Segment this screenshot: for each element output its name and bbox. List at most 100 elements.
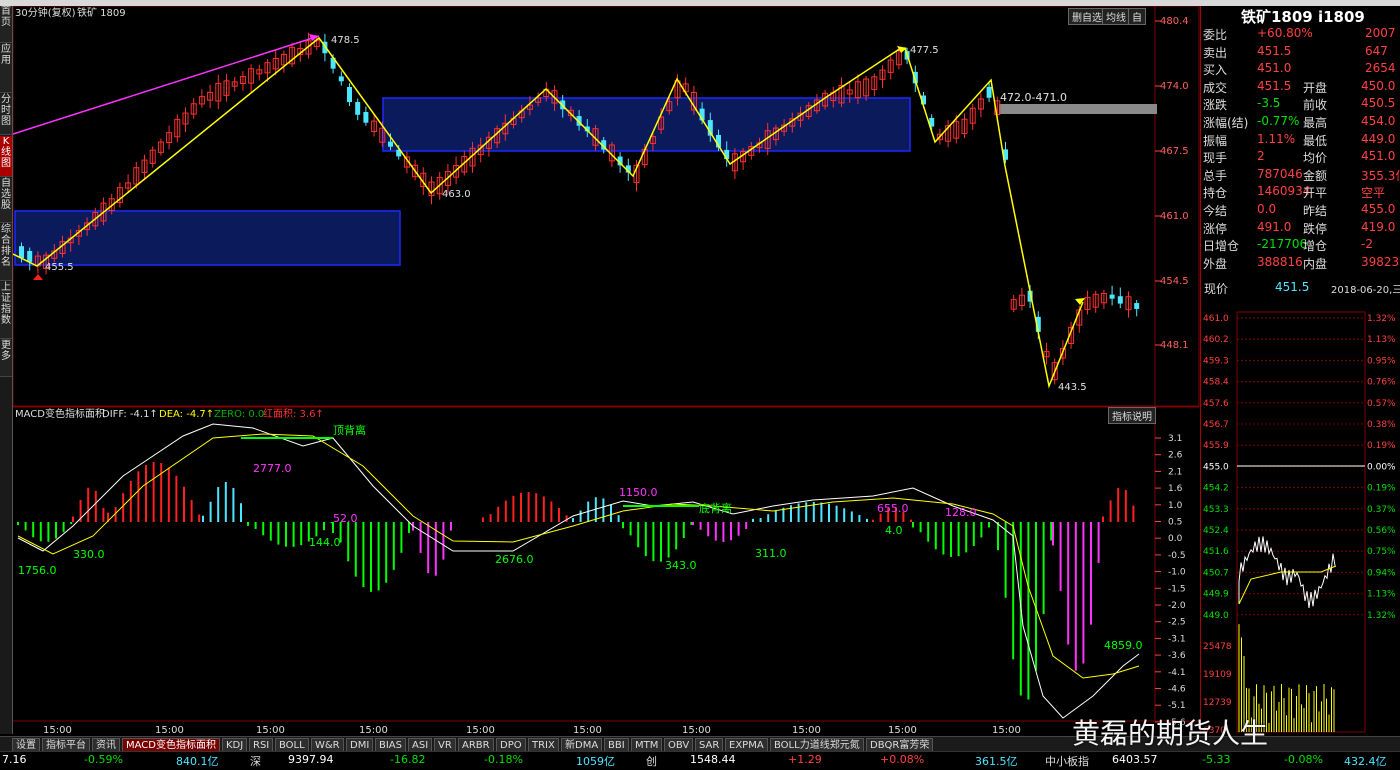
macd-tick: -0.5 [1168,551,1186,561]
area-label: 52.0 [333,512,358,525]
macd-diff: DIFF: -4.1↑ [102,409,158,420]
macd-tick: 1.0 [1168,501,1183,511]
quote-cell: +60.80% [1257,26,1313,40]
status-item: -16.82 [390,753,426,766]
area-label: 2676.0 [495,553,534,566]
status-item: 361.5亿 [975,755,1018,768]
price-tick: 461.0 [1160,211,1189,222]
quote-cell: 金额 [1303,168,1328,183]
macd-axis: 3.1 2.6 2.1 1.6 1.0 0.5 0.0 -0.5 -1.0 -1.5 -2.0 -2.… [1155,434,1186,728]
peak-label: 478.5 [331,35,360,46]
nav-watchlist[interactable]: 自选股 [0,178,12,223]
indicator-help-button[interactable]: 指标说明 [1108,407,1156,424]
quote-cell: 787046 [1257,166,1303,181]
quote-cell: 388816 [1257,254,1303,269]
diff-line [17,423,1140,719]
macd-tick: 1.6 [1168,484,1183,494]
dea-line [17,433,1140,679]
nav-ranking[interactable]: 综合排名 [0,224,12,281]
intraday-price-tick: 453.3 [1203,505,1229,515]
quote-cell: 开平 [1303,186,1328,201]
macd-red-area: 红面积: 3.6↑ [263,407,324,420]
intraday-pct-tick: 1.32% [1367,314,1396,324]
macd-tick: -2.0 [1168,601,1186,611]
quote-cell: -2 [1361,237,1373,252]
intraday-frame [1236,311,1366,733]
candle-body [363,111,369,123]
quote-cell: 现手 [1203,151,1228,166]
quote-cell: 开盘 [1303,80,1328,95]
area-label: 655.0 [877,502,909,515]
moving-average-button[interactable]: 均线 [1102,8,1130,25]
quote-row: 涨跌 -3.5 前收 450.5 [1201,96,1400,113]
status-item: -0.18% [484,753,523,766]
nav-timeshare[interactable]: 分时图 [0,94,12,135]
quote-row: 涨停 491.0 跌停 419.0 [1201,220,1400,237]
quote-cell: 0.0 [1257,202,1277,216]
intraday-price-tick: 449.9 [1203,590,1229,600]
time-tick: 15:00 [888,725,917,735]
price-tick: 467.5 [1160,146,1189,157]
macd-tick: -4.6 [1168,685,1186,695]
quote-cell: 均价 [1303,151,1328,166]
macd-tick: -5.1 [1168,701,1186,711]
nav-more[interactable]: 更多 [0,340,12,377]
status-item: 中小板指 [1045,755,1089,768]
candles [19,32,1140,385]
macd-tick: 3.1 [1168,434,1182,444]
nav-home[interactable]: 首页 [0,6,12,43]
nav-shanghai-index[interactable]: 上证指数 [0,282,12,339]
status-item: 432.4亿 [1344,755,1387,768]
intraday-pct-tick: 1.32% [1367,611,1396,621]
quote-cell: 振幅 [1203,133,1228,148]
intraday-price-tick: 450.7 [1203,568,1229,578]
intraday-volume-tick: 12739 [1203,698,1232,708]
intraday-price-tick: 458.4 [1203,378,1229,388]
time-tick: 15:00 [256,725,285,735]
candle-body [355,102,361,115]
candle-body [388,141,393,147]
quote-row: 振幅 1.11% 最低 449.0 [1201,132,1400,149]
intraday-price-tick: 452.4 [1203,526,1229,536]
intraday-price-tick: 455.0 [1203,462,1229,472]
area-label: 1150.0 [619,486,658,499]
intraday-pct-tick: 0.95% [1367,356,1396,366]
price-tick: 480.4 [1160,16,1189,27]
status-item: 1059亿 [576,755,615,768]
intraday-price-tick: 456.7 [1203,420,1229,430]
area-label: 343.0 [665,559,697,572]
range-label: 472.0-471.0 [1000,91,1067,104]
nav-apps[interactable]: 应用 [0,44,12,93]
quote-row: 总手 787046金额 355.3亿 [1201,167,1400,184]
trough-label: 443.5 [1058,382,1087,393]
macd-tick: 2.6 [1168,451,1183,461]
trend-line [13,35,320,135]
candle-body [986,86,992,98]
time-tick: 15:00 [792,725,821,735]
now-price-label: 现价 [1204,282,1229,296]
quote-cell: 涨幅(结) [1203,116,1249,130]
price-tick: 448.1 [1160,340,1189,351]
intraday-chart[interactable]: 461.0 1.32% 460.2 1.13% 459.3 0.95% 458.4 0.76%… [1201,304,1400,734]
intraday-volume-tick: 19109 [1203,670,1232,680]
intraday-pct-tick: 0.38% [1367,420,1396,430]
peak-label: 477.5 [910,45,939,56]
quote-cell: 2654 [1365,61,1396,76]
quote-title: 铁矿1809 i1809 [1241,8,1365,26]
nav-kline[interactable]: K线图 [0,136,12,177]
delete-watchlist-button[interactable]: 删自选 [1068,8,1106,25]
quote-cell: 451.0 [1257,61,1292,76]
quote-row: 买入 451.0 2654 [1201,61,1400,78]
status-item: 创 [646,755,657,768]
macd-tick: -3.6 [1168,651,1186,661]
candle-body [1109,294,1115,299]
quote-row: 卖出 451.5 647 [1201,44,1400,61]
area-label: 4859.0 [1104,639,1143,652]
time-tick: 15:00 [155,725,184,735]
kline-chart[interactable]: 30分钟(复权) 铁矿 1809 480.4 474.0 467.5 461.0… [13,6,1200,735]
self-button[interactable]: 自 [1128,8,1146,25]
status-bar: 7.16 -0.59% 840.1亿 深 9397.94 -16.82 -0.18% 1059… [0,751,1400,770]
symbol-label: 铁矿 1809 [77,6,126,19]
quote-cell: 持仓 [1203,186,1228,201]
quote-cell: 委比 [1203,28,1228,42]
